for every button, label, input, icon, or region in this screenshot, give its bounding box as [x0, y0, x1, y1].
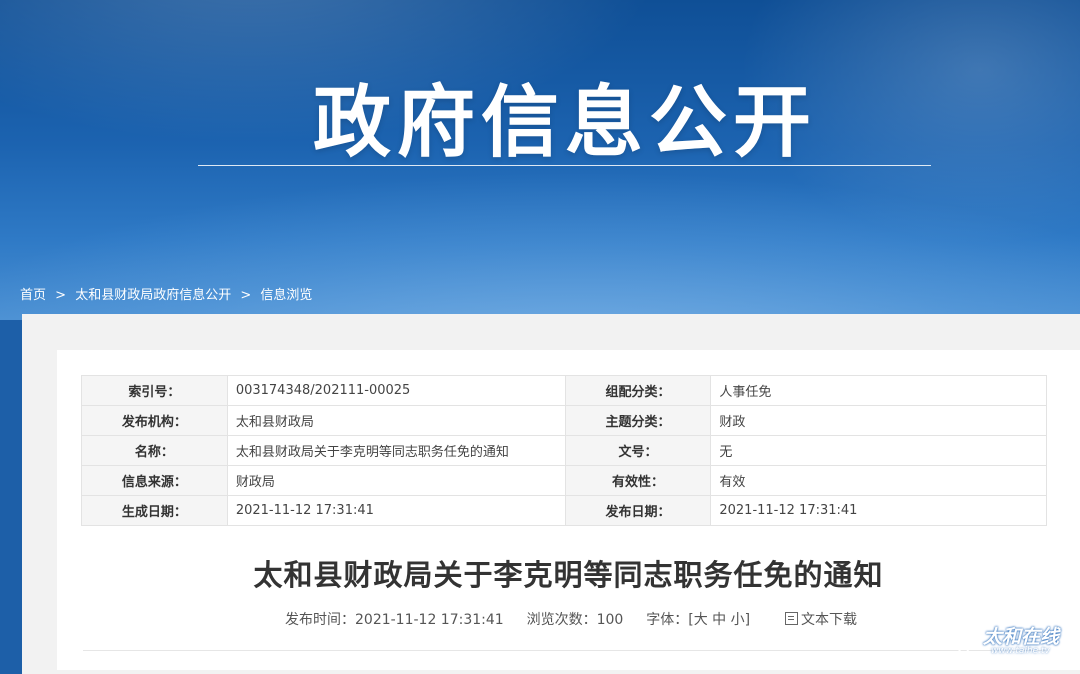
views-count: 100 — [596, 612, 624, 628]
document-title: 太和县财政局关于李克明等同志职务任免的通知 — [253, 558, 884, 592]
watermark-logo-icon — [957, 628, 985, 656]
breadcrumb-separator: > — [55, 288, 67, 303]
table-row: 发布机构： 太和县财政局 主题分类： 财政 — [81, 405, 1047, 436]
font-large-button[interactable]: 大 — [694, 612, 708, 628]
document-info-bar: 发布时间：2021-11-12 17:31:41 浏览次数：100 字体：[大 … — [285, 609, 857, 629]
info-meta-table: 索引号： 003174348/202111-00025 组配分类： 人事任免 发… — [81, 375, 1047, 526]
meta-value-index: 003174348/202111-00025 — [226, 375, 566, 406]
banner-divider — [198, 165, 931, 166]
header-banner: 政府信息公开 — [0, 0, 1080, 320]
banner-title: 政府信息公开 — [312, 78, 817, 168]
meta-label-validity: 有效性： — [564, 465, 712, 496]
meta-label-category: 组配分类： — [564, 375, 712, 406]
meta-label-topic: 主题分类： — [564, 405, 712, 436]
views-label: 浏览次数： — [526, 612, 597, 628]
meta-value-name: 太和县财政局关于李克明等同志职务任免的通知 — [226, 435, 566, 466]
content-divider — [83, 650, 1047, 651]
table-row: 名称： 太和县财政局关于李克明等同志职务任免的通知 文号： 无 — [81, 435, 1047, 466]
font-medium-button[interactable]: 中 — [712, 612, 726, 628]
text-download-button[interactable]: 文本下载 — [785, 612, 857, 628]
meta-value-source: 财政局 — [226, 465, 566, 496]
meta-value-created: 2021-11-12 17:31:41 — [226, 495, 566, 526]
meta-label-doc-number: 文号： — [564, 435, 712, 466]
print-icon — [785, 612, 798, 625]
table-row: 索引号： 003174348/202111-00025 组配分类： 人事任免 — [81, 375, 1047, 406]
font-small-button[interactable]: 小 — [731, 612, 745, 628]
publish-time-label: 发布时间： — [285, 612, 355, 628]
meta-value-category: 人事任免 — [710, 375, 1047, 406]
table-row: 信息来源： 财政局 有效性： 有效 — [81, 465, 1047, 496]
breadcrumb-separator: > — [240, 288, 252, 303]
font-size-close-bracket: ] — [744, 612, 751, 628]
watermark-url: www.taihe.tv — [991, 646, 1050, 656]
meta-label-created: 生成日期： — [81, 495, 228, 526]
meta-label-source: 信息来源： — [81, 465, 228, 496]
site-watermark: 太和在线 www.taihe.tv — [955, 622, 1075, 662]
watermark-text: 太和在线 — [983, 626, 1060, 648]
breadcrumb-current-link[interactable]: 信息浏览 — [260, 288, 312, 303]
breadcrumb: 首页 > 太和县财政局政府信息公开 > 信息浏览 — [20, 284, 312, 303]
text-download-label: 文本下载 — [801, 612, 857, 628]
meta-label-index: 索引号： — [81, 375, 228, 406]
meta-value-doc-number: 无 — [710, 435, 1047, 466]
meta-value-publisher: 太和县财政局 — [226, 405, 566, 436]
meta-label-publisher: 发布机构： — [81, 405, 228, 436]
breadcrumb-section-link[interactable]: 太和县财政局政府信息公开 — [75, 288, 231, 303]
meta-label-name: 名称： — [81, 435, 228, 466]
table-row: 生成日期： 2021-11-12 17:31:41 发布日期： 2021-11-… — [81, 495, 1047, 526]
publish-time-value: 2021-11-12 17:31:41 — [355, 612, 504, 628]
meta-value-validity: 有效 — [710, 465, 1047, 496]
meta-value-published: 2021-11-12 17:31:41 — [710, 495, 1047, 526]
font-size-label: 字体：[ — [646, 612, 694, 628]
meta-label-published: 发布日期： — [564, 495, 712, 526]
breadcrumb-home-link[interactable]: 首页 — [20, 288, 46, 303]
meta-value-topic: 财政 — [710, 405, 1047, 436]
